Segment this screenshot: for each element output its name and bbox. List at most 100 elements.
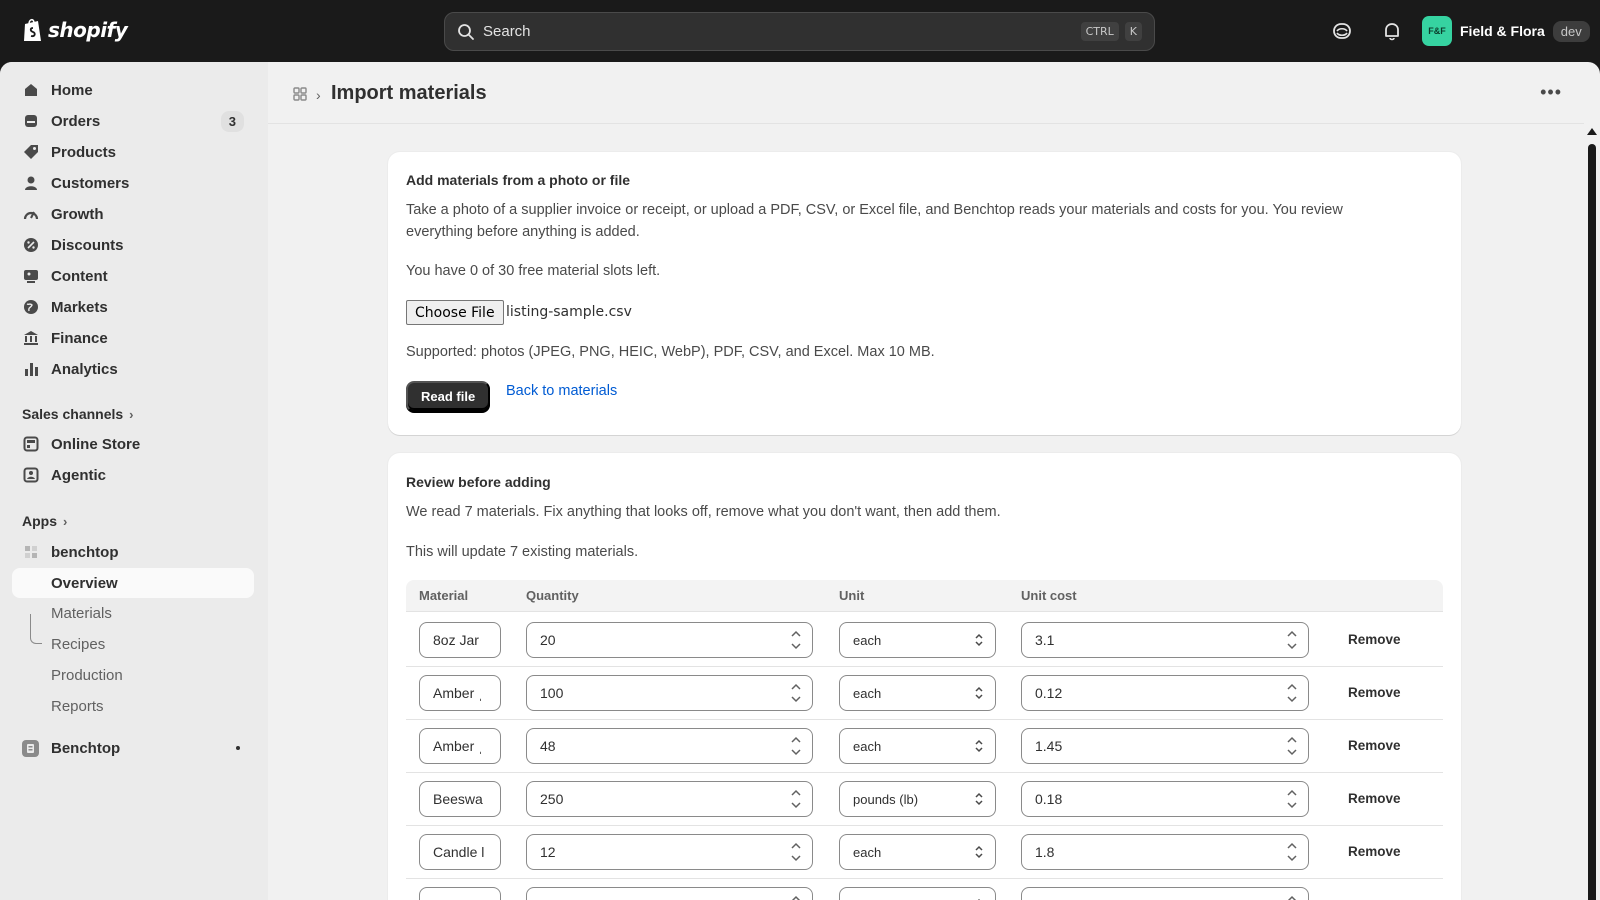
sidebar-item-finance[interactable]: Finance (12, 323, 254, 353)
quantity-input[interactable]: 250 (526, 781, 813, 817)
select-arrows-icon (975, 792, 983, 806)
stepper-arrows-icon[interactable] (788, 892, 804, 900)
store-avatar: F&F (1422, 16, 1452, 46)
supported-formats-text: Supported: photos (JPEG, PNG, HEIC, WebP… (406, 344, 935, 360)
stepper-arrows-icon[interactable] (788, 839, 804, 865)
quantity-input[interactable]: 12 (526, 834, 813, 870)
unit-select[interactable]: each (839, 675, 996, 711)
sidebar-item-content[interactable]: Content (12, 261, 254, 291)
remove-row-button[interactable]: Remove (1348, 738, 1401, 753)
unit-select[interactable]: each (839, 834, 996, 870)
apps-label: Apps (22, 513, 57, 529)
unit-select[interactable] (839, 887, 996, 900)
unit-cost-value: 3.1 (1035, 632, 1055, 648)
table-row: 8oz Jar 20 each 3.1 Remove (406, 613, 1443, 667)
app-breadcrumb-icon[interactable] (292, 86, 308, 102)
main-scrollbar[interactable] (1584, 124, 1600, 900)
person-icon (22, 175, 39, 192)
sidebar-item-home[interactable]: Home (12, 75, 254, 105)
unit-value: each (853, 738, 882, 754)
shopify-logo[interactable]: shopify (22, 17, 128, 43)
material-name-input[interactable]: Candle l (419, 834, 501, 870)
store-switcher[interactable]: F&F Field & Flora dev (1422, 16, 1590, 46)
material-name-input[interactable]: Amber ˌ (419, 728, 501, 764)
unit-cost-value: 0.18 (1035, 791, 1063, 807)
tag-icon (22, 144, 39, 161)
choose-file-button[interactable]: Choose File (406, 300, 504, 325)
sidebar-item-materials[interactable]: Materials (51, 605, 112, 622)
sidebar-item-growth[interactable]: Growth (12, 199, 254, 229)
sidebar-item-label: Online Store (51, 435, 141, 453)
stepper-arrows-icon[interactable] (788, 733, 804, 759)
apps-header[interactable]: Apps › (22, 513, 67, 529)
sidebar-item-products[interactable]: Products (12, 137, 254, 167)
sidebar-item-label: Discounts (51, 236, 124, 254)
back-to-materials-link[interactable]: Back to materials (506, 383, 617, 399)
stepper-arrows-icon[interactable] (788, 786, 804, 812)
search-bar[interactable]: Search CTRL K (444, 12, 1155, 51)
search-placeholder: Search (483, 23, 531, 40)
quantity-input[interactable]: 48 (526, 728, 813, 764)
sidebar-item-recipes[interactable]: Recipes (51, 636, 105, 653)
read-file-button[interactable]: Read file (406, 381, 491, 412)
stepper-arrows-icon[interactable] (1284, 680, 1300, 706)
sidebar-item-production[interactable]: Production (51, 667, 123, 684)
sidebar-item-analytics[interactable]: Analytics (12, 354, 254, 384)
bank-icon (22, 330, 39, 347)
sidebar-item-discounts[interactable]: Discounts (12, 230, 254, 260)
sidebar-item-benchtop-app[interactable]: benchtop (12, 537, 254, 567)
sidebar-item-markets[interactable]: Markets (12, 292, 254, 322)
stepper-arrows-icon[interactable] (1284, 786, 1300, 812)
stepper-arrows-icon[interactable] (788, 680, 804, 706)
unit-cost-input[interactable] (1021, 887, 1309, 900)
main-content: › Import materials ••• Add materials fro… (268, 62, 1600, 900)
unit-cost-input[interactable]: 1.8 (1021, 834, 1309, 870)
sidebar-item-online-store[interactable]: Online Store (12, 429, 254, 459)
stepper-arrows-icon[interactable] (1284, 892, 1300, 900)
app-grid-icon (22, 544, 39, 561)
scroll-thumb[interactable] (1588, 144, 1596, 900)
unit-cost-input[interactable]: 1.45 (1021, 728, 1309, 764)
quantity-input[interactable]: 100 (526, 675, 813, 711)
shortcut-ctrl: CTRL (1080, 22, 1119, 41)
stepper-arrows-icon[interactable] (788, 627, 804, 653)
bar-chart-icon (22, 361, 39, 378)
unit-cost-input[interactable]: 0.12 (1021, 675, 1309, 711)
quantity-input[interactable]: 20 (526, 622, 813, 658)
unit-select[interactable]: each (839, 622, 996, 658)
unit-cost-input[interactable]: 3.1 (1021, 622, 1309, 658)
scroll-up-arrow-icon[interactable] (1587, 128, 1597, 135)
material-name-value: Beeswa (433, 791, 483, 807)
sidebar-item-agentic[interactable]: Agentic (12, 460, 254, 490)
sidebar-item-label: Orders (51, 112, 101, 130)
sidebar-item-overview[interactable]: Overview (12, 568, 254, 598)
material-name-value: Amber ˌ (433, 685, 483, 701)
sidebar-item-label: Customers (51, 174, 130, 192)
quantity-input[interactable] (526, 887, 813, 900)
unit-cost-input[interactable]: 0.18 (1021, 781, 1309, 817)
sidebar-item-reports[interactable]: Reports (51, 698, 104, 715)
sidebar-item-label: Markets (51, 298, 108, 316)
sales-channels-header[interactable]: Sales channels › (22, 406, 134, 422)
stepper-arrows-icon[interactable] (1284, 839, 1300, 865)
remove-row-button[interactable]: Remove (1348, 844, 1401, 859)
table-header: Material Quantity Unit Unit cost (406, 580, 1443, 612)
remove-row-button[interactable]: Remove (1348, 791, 1401, 806)
stepper-arrows-icon[interactable] (1284, 627, 1300, 653)
bell-icon[interactable] (1381, 20, 1403, 42)
unit-select[interactable]: each (839, 728, 996, 764)
sidebar-item-customers[interactable]: Customers (12, 168, 254, 198)
remove-row-button[interactable]: Remove (1348, 632, 1401, 647)
material-name-input[interactable]: 8oz Jar (419, 622, 501, 658)
sidebar-item-benchtop-pinned[interactable]: Benchtop (12, 733, 254, 763)
unit-select[interactable]: pounds (lb) (839, 781, 996, 817)
more-actions-icon[interactable]: ••• (1540, 82, 1562, 103)
material-name-input[interactable]: Beeswa (419, 781, 501, 817)
remove-row-button[interactable]: Remove (1348, 685, 1401, 700)
unit-value: each (853, 685, 882, 701)
stepper-arrows-icon[interactable] (1284, 733, 1300, 759)
sidekick-icon[interactable] (1331, 20, 1353, 42)
material-name-input[interactable]: Amber ˌ (419, 675, 501, 711)
material-name-input[interactable] (419, 887, 501, 900)
sidebar-item-orders[interactable]: Orders 3 (12, 106, 254, 136)
